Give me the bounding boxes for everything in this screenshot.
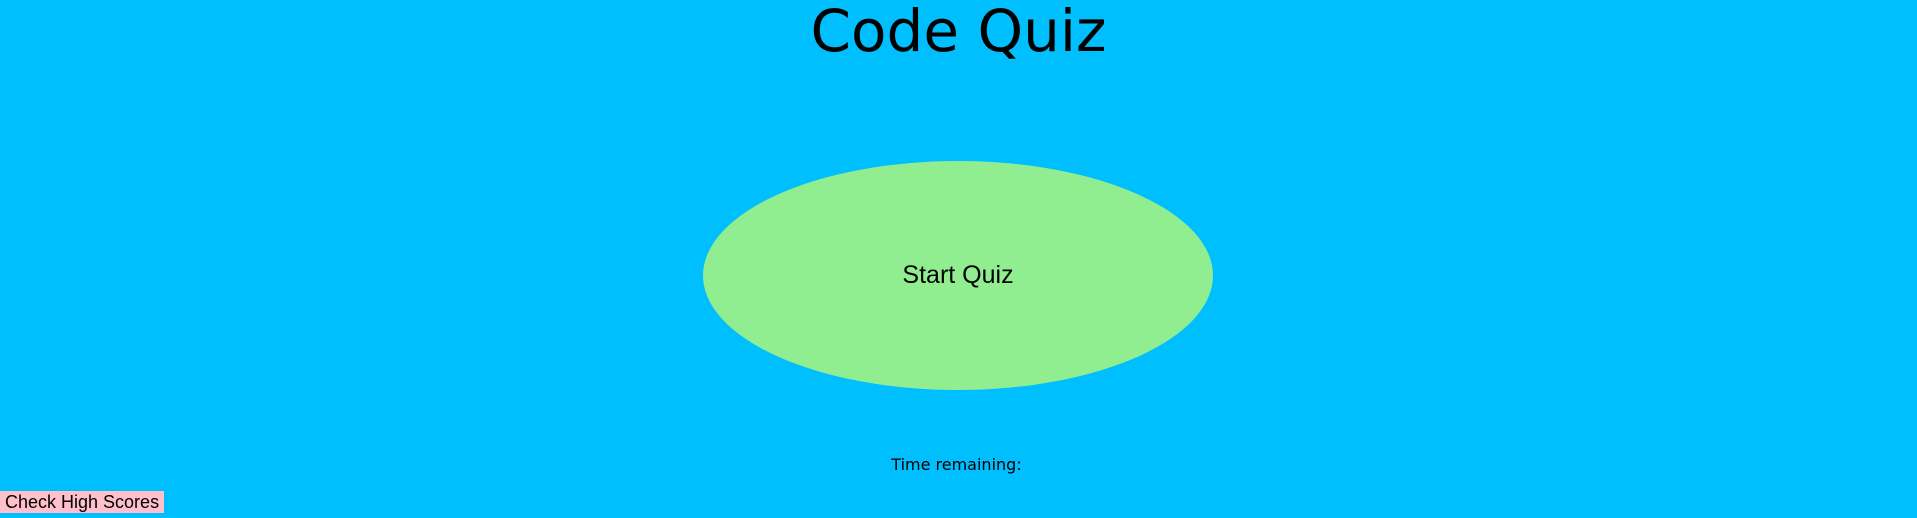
page-title: Code Quiz	[810, 0, 1107, 65]
start-quiz-label: Start Quiz	[902, 261, 1014, 289]
check-high-scores-button[interactable]: Check High Scores	[0, 491, 165, 513]
timer: Time remaining:	[0, 455, 1917, 475]
check-high-scores-label: Check High Scores	[5, 492, 160, 512]
timer-label: Time remaining:	[891, 455, 1022, 474]
start-quiz-button[interactable]: Start Quiz	[703, 161, 1213, 390]
